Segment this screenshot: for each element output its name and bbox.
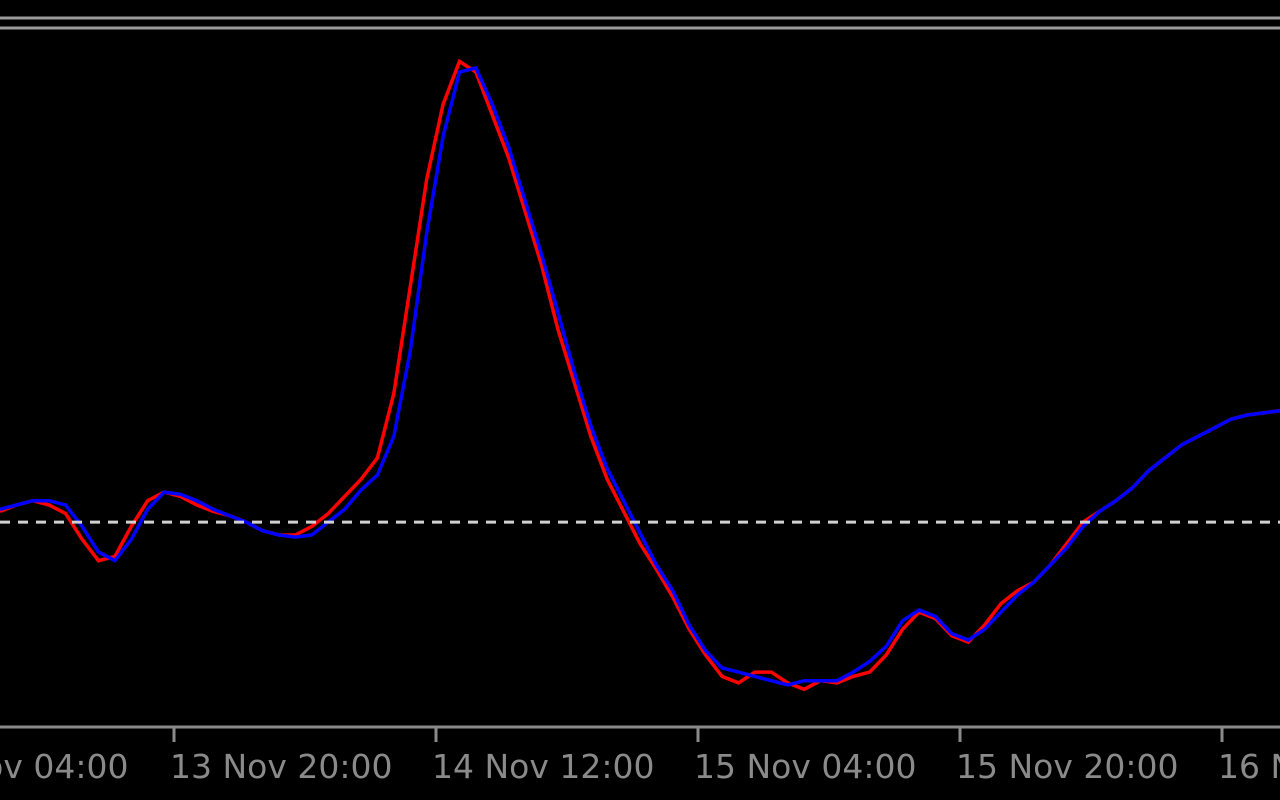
chart-area: 13 Nov 04:00 13 Nov 20:00 14 Nov 12:00 15 N… bbox=[0, 0, 1280, 800]
x-tick-label: 14 Nov 12:00 bbox=[432, 747, 654, 786]
series-layer bbox=[0, 58, 1280, 692]
x-tick-label: 13 Nov 20:00 bbox=[170, 747, 392, 786]
x-tick-label: 13 Nov 04:00 bbox=[0, 747, 128, 786]
x-ticks: 13 Nov 04:00 13 Nov 20:00 14 Nov 12:00 15 N… bbox=[0, 727, 1280, 786]
series-line-red bbox=[0, 58, 1280, 692]
series-line-blue bbox=[0, 65, 1280, 687]
x-tick-label: 16 Nov bbox=[1218, 747, 1280, 786]
x-tick-label: 15 Nov 04:00 bbox=[694, 747, 916, 786]
line-chart: 13 Nov 04:00 13 Nov 20:00 14 Nov 12:00 15 N… bbox=[0, 16, 1280, 786]
x-tick-label: 15 Nov 20:00 bbox=[956, 747, 1178, 786]
